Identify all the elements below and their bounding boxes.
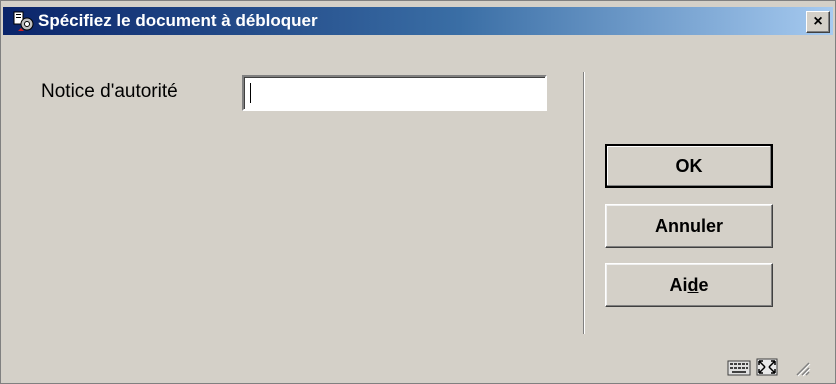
help-label-mnemonic: d (687, 275, 699, 295)
dialog-window: Spécifiez le document à débloquer × Noti… (0, 0, 836, 384)
authority-record-input[interactable] (242, 75, 547, 111)
help-label-prefix: Ai (669, 275, 688, 295)
help-label-suffix: e (698, 275, 709, 295)
cancel-button[interactable]: Annuler (605, 204, 773, 248)
vertical-separator (583, 72, 585, 334)
authority-record-label: Notice d'autorité (41, 81, 178, 102)
title-bar[interactable]: Spécifiez le document à débloquer × (3, 7, 833, 35)
text-caret (250, 83, 251, 103)
app-icon (13, 11, 34, 31)
close-button[interactable]: × (806, 11, 830, 33)
help-button[interactable]: Aide (605, 263, 773, 307)
size-grip-icon[interactable] (791, 357, 811, 377)
window-title: Spécifiez le document à débloquer (38, 11, 318, 30)
ok-button[interactable]: OK (605, 144, 773, 188)
status-icons (727, 357, 823, 377)
keyboard-icon[interactable] (727, 357, 751, 377)
resize-icon[interactable] (755, 357, 779, 377)
